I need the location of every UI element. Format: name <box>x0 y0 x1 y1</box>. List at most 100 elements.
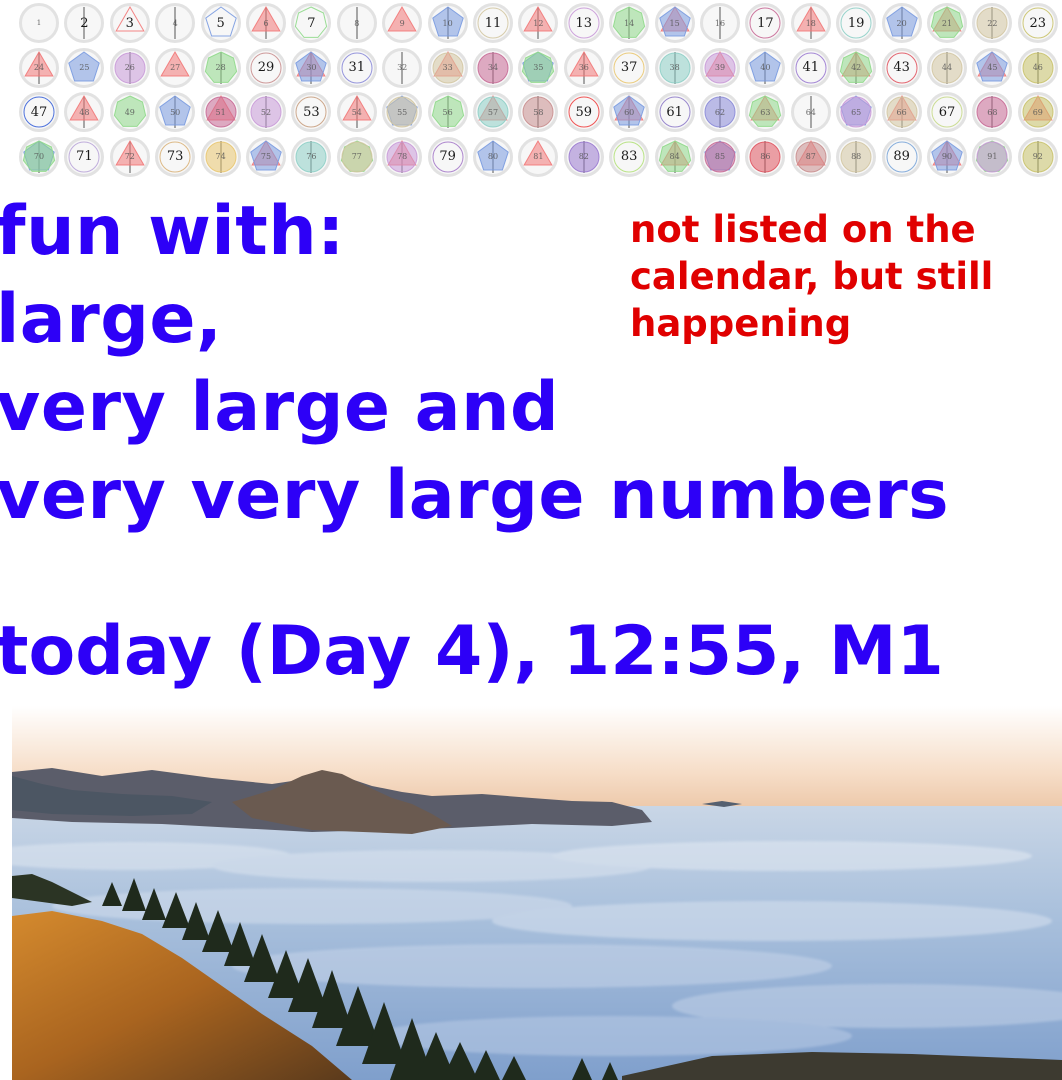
number-token-graphic <box>518 3 559 43</box>
number-token: 21 <box>926 2 968 44</box>
circle-icon <box>250 52 282 84</box>
number-token-graphic <box>609 47 650 88</box>
number-token: 62 <box>699 91 741 133</box>
number-token-graphic <box>927 92 967 133</box>
number-token: 15 <box>654 2 696 44</box>
number-token-graphic <box>563 92 604 133</box>
number-token-graphic <box>246 92 286 133</box>
number-token-graphic <box>155 47 196 88</box>
number-token: 27 <box>154 47 196 89</box>
number-token: 68 <box>971 91 1013 133</box>
number-token-graphic <box>518 92 559 133</box>
number-token: 85 <box>699 136 741 178</box>
number-token-graphic <box>745 92 786 133</box>
circle-icon <box>568 96 600 128</box>
number-token-graphic <box>109 92 150 133</box>
number-token: 92 <box>1017 136 1059 178</box>
number-token-graphic <box>382 3 423 43</box>
headline-line-4: very very large numbers <box>0 456 950 535</box>
number-token: 37 <box>608 47 650 89</box>
landscape-photo <box>12 706 1062 1080</box>
circle-icon <box>295 96 327 128</box>
number-token-graphic <box>291 136 332 177</box>
number-token-graphic <box>109 136 150 177</box>
number-token: 49 <box>109 91 151 133</box>
number-token: 47 <box>18 91 60 133</box>
circle-icon <box>931 96 963 128</box>
number-token: 82 <box>563 136 605 178</box>
number-token-graphic <box>790 92 831 133</box>
number-token: 74 <box>200 136 242 178</box>
number-token-graphic <box>1017 136 1058 177</box>
number-token-graphic <box>336 3 377 43</box>
number-token-graphic <box>836 47 877 88</box>
number-token: 12 <box>517 2 559 44</box>
circle-icon <box>613 141 645 173</box>
number-token-graphic <box>609 92 650 133</box>
circle-icon <box>432 141 464 173</box>
number-token-graphic <box>246 136 286 177</box>
number-grid: 1 2 3 4 5 6 7 8 9 10 11 12 13 14 15 16 17 18 19 20 21 22 23 24 2… <box>0 0 1062 180</box>
circle-icon <box>568 141 600 173</box>
side-note-line-2: calendar, but still <box>630 255 994 298</box>
number-token: 81 <box>517 136 559 178</box>
number-token: 65 <box>835 91 877 133</box>
number-token: 5 <box>200 2 242 44</box>
circle-icon <box>840 141 872 173</box>
circle-icon <box>250 96 282 128</box>
number-token: 1 <box>18 2 60 44</box>
number-token-graphic <box>200 92 241 133</box>
circle-icon <box>659 52 691 84</box>
side-note-line-1: not listed on the <box>630 208 976 251</box>
number-token: 63 <box>744 91 786 133</box>
number-token-graphic <box>654 92 695 133</box>
number-token: 8 <box>336 2 378 44</box>
circle-icon <box>477 52 509 84</box>
number-token-graphic <box>155 3 196 43</box>
circle-icon <box>976 141 1008 173</box>
number-token-graphic <box>19 47 59 88</box>
number-token: 90 <box>926 136 968 178</box>
number-token: 70 <box>18 136 60 178</box>
number-token: 6 <box>245 2 287 44</box>
circle-icon <box>749 7 781 39</box>
number-token-graphic <box>427 3 468 43</box>
number-token: 36 <box>563 47 605 89</box>
number-token-graphic <box>200 47 241 88</box>
number-token: 69 <box>1017 91 1059 133</box>
circle-icon <box>1022 141 1054 173</box>
number-token-graphic <box>972 92 1013 133</box>
number-token-graphic <box>109 47 150 88</box>
number-token: 24 <box>18 47 60 89</box>
number-token: 78 <box>381 136 423 178</box>
number-token: 46 <box>1017 47 1059 89</box>
number-token: 18 <box>790 2 832 44</box>
number-token: 23 <box>1017 2 1059 44</box>
number-token: 22 <box>971 2 1013 44</box>
circle-icon <box>704 96 736 128</box>
circle-icon <box>114 52 146 84</box>
number-token-graphic <box>563 47 604 88</box>
number-token: 33 <box>427 47 469 89</box>
number-token: 41 <box>790 47 832 89</box>
number-token-graphic <box>291 92 332 133</box>
number-token: 83 <box>608 136 650 178</box>
number-token-graphic <box>427 136 468 177</box>
number-token: 53 <box>290 91 332 133</box>
side-note-line-3: happening <box>630 302 852 345</box>
number-token-graphic <box>700 47 740 88</box>
number-token-graphic <box>382 92 423 133</box>
number-token-graphic <box>19 3 59 43</box>
number-token: 2 <box>63 2 105 44</box>
circle-icon <box>341 141 373 173</box>
circle-icon <box>568 7 600 39</box>
number-token-graphic <box>790 136 831 177</box>
number-token-graphic <box>200 136 241 177</box>
number-token-graphic <box>291 47 332 88</box>
number-token-graphic <box>700 3 740 43</box>
circle-icon <box>659 96 691 128</box>
number-token-graphic <box>563 136 604 177</box>
number-token-graphic <box>927 47 967 88</box>
number-token: 42 <box>835 47 877 89</box>
number-token-graphic <box>473 3 513 43</box>
